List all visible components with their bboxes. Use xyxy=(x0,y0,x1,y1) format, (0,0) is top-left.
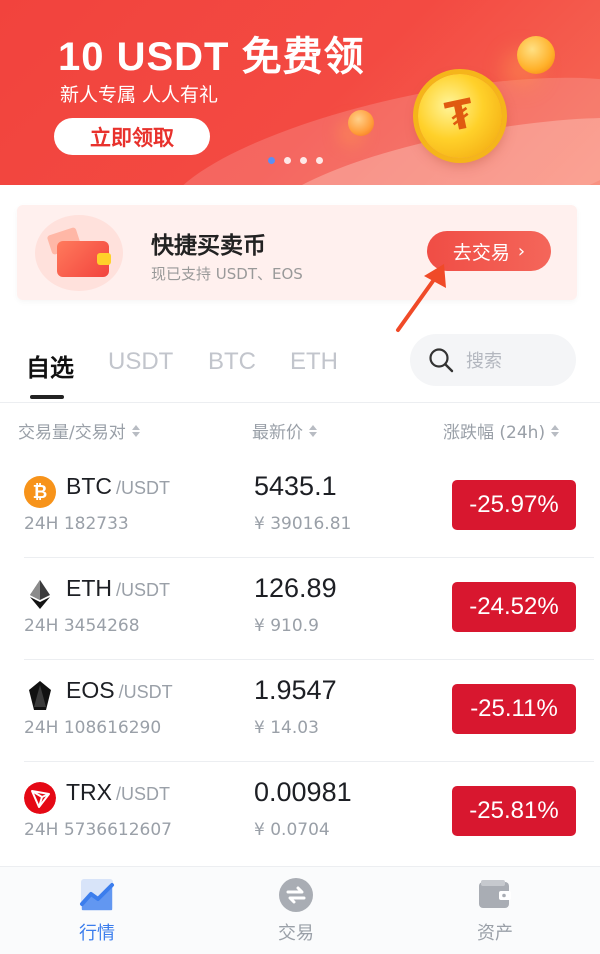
quote-symbol: /USDT xyxy=(116,580,170,600)
nav-label: 交易 xyxy=(278,923,314,944)
quote-symbol: /USDT xyxy=(116,784,170,804)
volume-24h: 24H 108616290 xyxy=(24,718,162,738)
chevron-right-icon: › xyxy=(517,240,526,262)
base-symbol: EOS xyxy=(66,677,115,703)
last-price: 126.89 xyxy=(254,573,337,603)
sort-icon xyxy=(551,424,560,437)
tether-symbol: ₮ xyxy=(441,90,479,142)
nav-tab-assets[interactable]: 资产 xyxy=(445,877,545,945)
trading-pair: TRX /USDT xyxy=(66,779,170,806)
claim-now-button[interactable]: 立即领取 xyxy=(54,118,210,155)
market-row-btc[interactable]: ₿ BTC /USDT 24H 182733 5435.1 ¥ 39016.81… xyxy=(0,456,600,558)
promo-banner[interactable]: 10 USDT 免费领 新人专属 人人有礼 立即领取 ₮ xyxy=(0,0,600,185)
market-row-eos[interactable]: EOS /USDT 24H 108616290 1.9547 ¥ 14.03 -… xyxy=(0,660,600,762)
banner-title: 10 USDT 免费领 xyxy=(58,35,365,79)
trading-pair: EOS /USDT xyxy=(66,677,173,704)
carousel-dot[interactable] xyxy=(284,157,291,164)
sort-by-price-header[interactable]: 最新价 xyxy=(252,418,317,443)
change-badge[interactable]: -25.81% xyxy=(452,786,576,836)
cny-price: ¥ 910.9 xyxy=(254,616,319,636)
last-price: 5435.1 xyxy=(254,471,337,501)
sort-icon xyxy=(309,424,317,437)
app-screen: 10 USDT 免费领 新人专属 人人有礼 立即领取 ₮ 快捷买卖币 现已支持 … xyxy=(0,0,600,954)
nav-tab-trade[interactable]: 交易 xyxy=(246,877,346,945)
carousel-dot[interactable] xyxy=(300,157,307,164)
sort-icon xyxy=(131,424,140,437)
nav-label: 行情 xyxy=(79,923,115,944)
change-badge[interactable]: -24.52% xyxy=(452,582,576,632)
column-label: 交易量/交易对 xyxy=(18,423,126,443)
quote-symbol: /USDT xyxy=(116,478,170,498)
last-price: 1.9547 xyxy=(254,675,337,705)
volume-24h: 24H 3454268 xyxy=(24,616,140,636)
sort-by-pair-header[interactable]: 交易量/交易对 xyxy=(18,418,140,443)
nav-label: 资产 xyxy=(477,923,513,944)
cny-price: ¥ 0.0704 xyxy=(254,820,330,840)
trading-pair: BTC /USDT xyxy=(66,473,170,500)
go-trade-label: 去交易 xyxy=(452,241,510,264)
base-symbol: ETH xyxy=(66,575,112,601)
small-coin-icon xyxy=(517,36,555,74)
column-label: 最新价 xyxy=(252,423,303,443)
market-tabs: 自选 USDT BTC ETH 搜索 xyxy=(0,334,600,400)
active-tab-indicator xyxy=(30,395,64,399)
market-chart-icon xyxy=(80,879,114,911)
wallet-illustration-icon xyxy=(35,215,123,291)
banner-subtitle: 新人专属 人人有礼 xyxy=(60,84,219,106)
tab-btc[interactable]: BTC xyxy=(208,348,256,376)
tab-usdt[interactable]: USDT xyxy=(108,348,173,376)
change-badge[interactable]: -25.11% xyxy=(452,684,576,734)
carousel-dot[interactable] xyxy=(268,157,275,164)
wallet-icon xyxy=(479,880,511,908)
exchange-icon xyxy=(279,878,313,912)
base-symbol: TRX xyxy=(66,779,112,805)
sort-by-change-header[interactable]: 涨跌幅 (24h) xyxy=(443,418,560,443)
quick-trade-subtitle: 现已支持 USDT、EOS xyxy=(151,265,303,283)
market-row-trx[interactable]: TRX /USDT 24H 5736612607 0.00981 ¥ 0.070… xyxy=(0,762,600,864)
search-placeholder: 搜索 xyxy=(466,351,502,372)
tab-eth[interactable]: ETH xyxy=(290,348,338,376)
market-row-eth[interactable]: ETH /USDT 24H 3454268 126.89 ¥ 910.9 -24… xyxy=(0,558,600,660)
eos-icon xyxy=(29,681,51,710)
quick-trade-card[interactable]: 快捷买卖币 现已支持 USDT、EOS 去交易 › xyxy=(17,205,577,300)
quick-trade-title: 快捷买卖币 xyxy=(151,233,266,259)
volume-24h: 24H 182733 xyxy=(24,514,129,534)
wallet-icon xyxy=(57,241,111,277)
tab-favorites[interactable]: 自选 xyxy=(26,348,74,383)
search-input[interactable]: 搜索 xyxy=(410,334,576,386)
carousel-dot[interactable] xyxy=(316,157,323,164)
bitcoin-icon: ₿ xyxy=(24,476,56,508)
volume-24h: 24H 5736612607 xyxy=(24,820,172,840)
divider xyxy=(0,402,600,403)
quote-symbol: /USDT xyxy=(118,682,173,702)
search-icon xyxy=(429,348,454,373)
tron-icon xyxy=(24,782,56,814)
nav-tab-market[interactable]: 行情 xyxy=(47,877,147,945)
cny-price: ¥ 39016.81 xyxy=(254,514,352,534)
base-symbol: BTC xyxy=(66,473,112,499)
small-coin-icon xyxy=(348,110,374,136)
cny-price: ¥ 14.03 xyxy=(254,718,319,738)
bottom-nav: 行情 交易 资产 xyxy=(0,866,600,954)
trading-pair: ETH /USDT xyxy=(66,575,170,602)
annotation-arrow-icon xyxy=(396,264,446,332)
change-badge[interactable]: -25.97% xyxy=(452,480,576,530)
last-price: 0.00981 xyxy=(254,777,352,807)
carousel-dots[interactable] xyxy=(268,157,323,164)
column-label: 涨跌幅 (24h) xyxy=(443,423,546,443)
ethereum-icon xyxy=(30,580,50,609)
